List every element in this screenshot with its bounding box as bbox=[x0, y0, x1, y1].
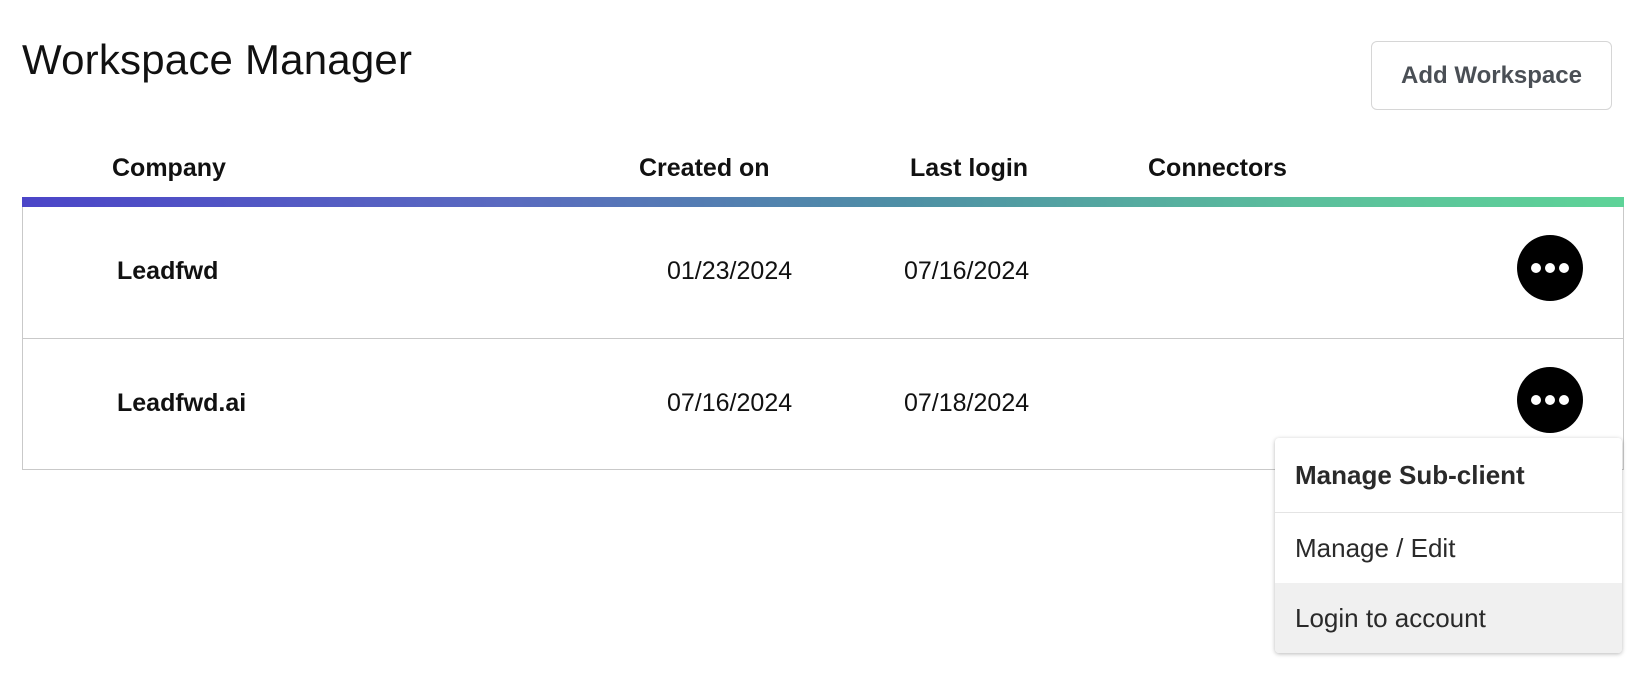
created-on-cell: 07/16/2024 bbox=[667, 389, 793, 417]
company-cell: Leadfwd bbox=[117, 257, 219, 285]
menu-item-login-to-account[interactable]: Login to account bbox=[1275, 583, 1622, 653]
last-login-cell: 07/16/2024 bbox=[904, 257, 1030, 285]
column-header-company[interactable]: Company bbox=[112, 154, 226, 183]
more-horizontal-icon bbox=[1531, 263, 1569, 273]
row-actions-button[interactable] bbox=[1517, 235, 1583, 301]
more-horizontal-icon bbox=[1531, 395, 1569, 405]
column-header-created-on[interactable]: Created on bbox=[639, 154, 770, 183]
add-workspace-button[interactable]: Add Workspace bbox=[1371, 41, 1612, 110]
company-cell: Leadfwd.ai bbox=[117, 389, 247, 417]
column-header-last-login[interactable]: Last login bbox=[910, 154, 1028, 183]
header-gradient-divider bbox=[22, 197, 1624, 207]
menu-header: Manage Sub-client bbox=[1275, 438, 1622, 513]
workspace-table: Leadfwd 01/23/2024 07/16/2024 Leadfwd.ai… bbox=[22, 207, 1624, 470]
created-on-cell: 01/23/2024 bbox=[667, 257, 793, 285]
row-actions-button[interactable] bbox=[1517, 367, 1583, 433]
workspace-manager-page: Workspace Manager Add Workspace Company … bbox=[0, 0, 1644, 690]
page-title: Workspace Manager bbox=[22, 36, 413, 83]
column-header-connectors[interactable]: Connectors bbox=[1148, 154, 1287, 183]
row-actions-menu: Manage Sub-client Manage / Edit Login to… bbox=[1275, 438, 1622, 653]
menu-item-manage-edit[interactable]: Manage / Edit bbox=[1275, 513, 1622, 583]
table-header: Company Created on Last login Connectors bbox=[22, 150, 1624, 198]
table-row[interactable]: Leadfwd 01/23/2024 07/16/2024 bbox=[23, 207, 1623, 338]
last-login-cell: 07/18/2024 bbox=[904, 389, 1030, 417]
